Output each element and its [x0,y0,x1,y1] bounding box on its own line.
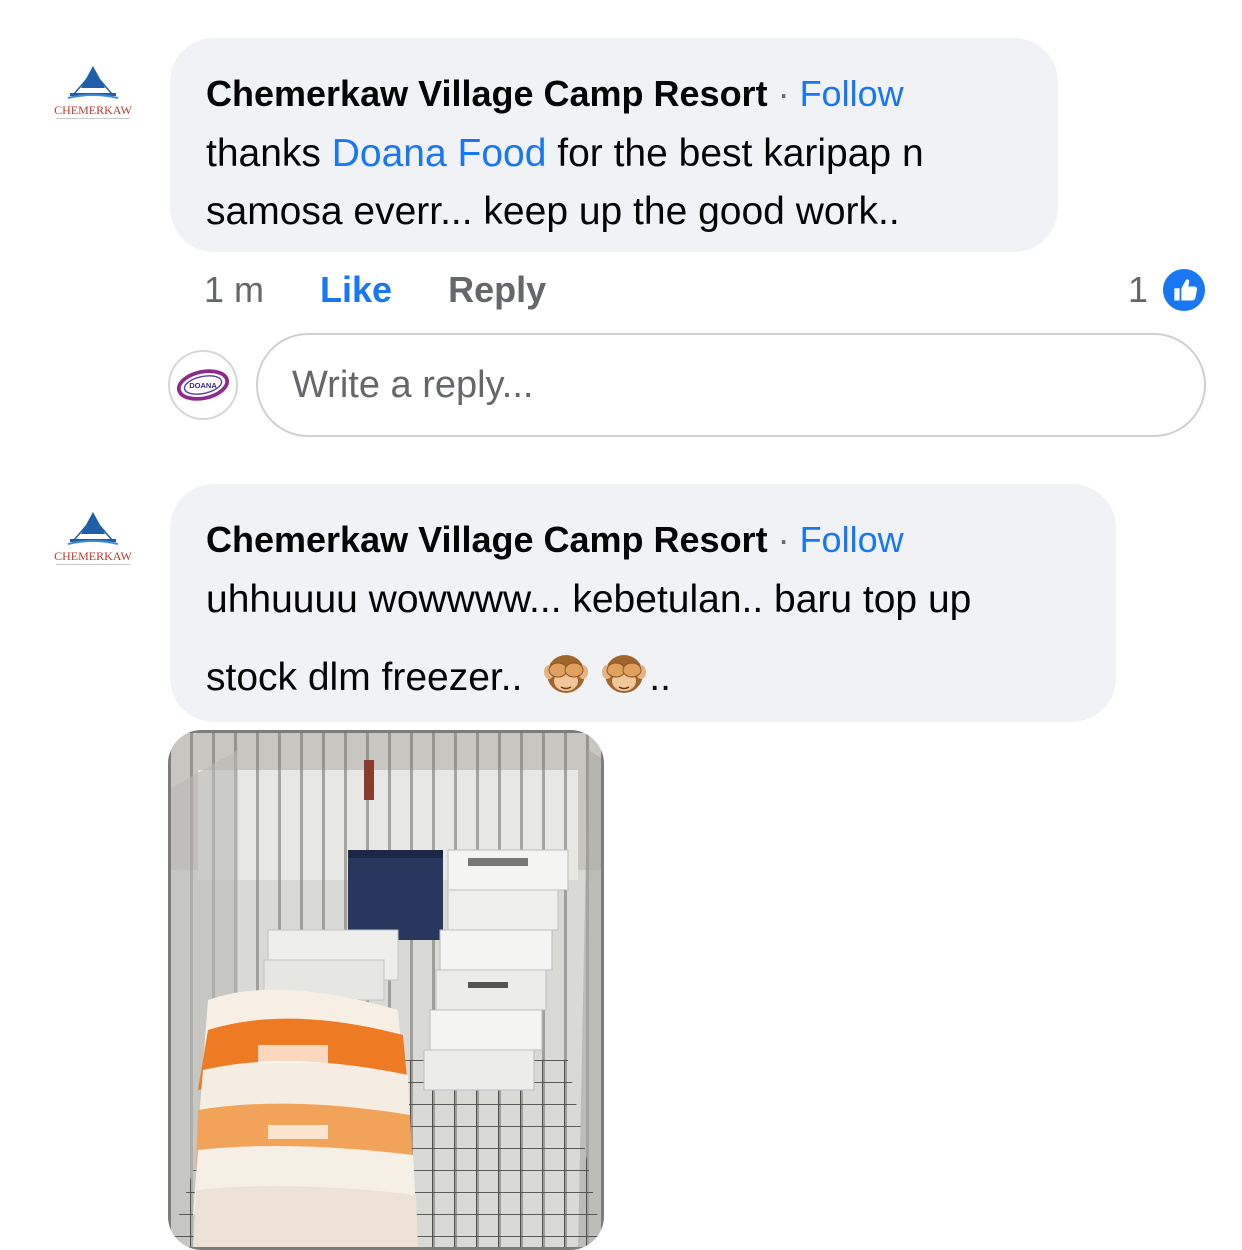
page-logo[interactable]: CHEMERKAW [38,62,148,142]
reaction-count[interactable]: 1 [1128,268,1148,312]
follow-button[interactable]: Follow [800,519,904,560]
avatar[interactable]: DOANA [168,350,238,420]
comment-actions: 1 m Like Reply [204,268,546,312]
comment-text-line: uhhuuuu wowwww... kebetulan.. baru top u… [206,576,971,624]
mention-link[interactable]: Doana Food [332,132,547,175]
svg-text:CHEMERKAW: CHEMERKAW [54,549,132,563]
reply-button[interactable]: Reply [448,269,546,310]
comment-text-line: stock dlm freezer.. .. [206,650,671,702]
comment-text-line: thanks Doana Food for the best karipap n [206,130,924,178]
comment-author[interactable]: Chemerkaw Village Camp Resort [206,519,768,560]
comment-bubble: Chemerkaw Village Camp Resort · Follow tha… [170,38,1058,252]
comment-header: Chemerkaw Village Camp Resort · Follow [206,518,904,562]
separator: · [777,73,790,114]
comment-text: .. [649,656,671,699]
see-no-evil-monkey-icon [599,650,649,698]
svg-text:DOANA: DOANA [189,381,217,390]
comment-text: samosa everr... keep up the good work.. [206,190,900,233]
separator: · [777,519,790,560]
comment-text-line: samosa everr... keep up the good work.. [206,188,900,236]
comment-text: thanks [206,132,332,175]
comment-photo[interactable] [168,730,604,1250]
follow-button[interactable]: Follow [800,73,904,114]
comment-text: stock dlm freezer.. [206,656,523,699]
comment-text: for the best karipap n [546,132,924,175]
see-no-evil-monkey-icon [541,650,591,698]
comment-timestamp[interactable]: 1 m [204,269,264,310]
comment-header: Chemerkaw Village Camp Resort · Follow [206,72,904,116]
comment-author[interactable]: Chemerkaw Village Camp Resort [206,73,768,114]
thumbs-up-icon[interactable] [1160,266,1208,314]
comment-bubble: Chemerkaw Village Camp Resort · Follow uhh… [170,484,1116,722]
like-button[interactable]: Like [320,269,392,310]
page-logo[interactable]: CHEMERKAW [38,508,148,588]
reply-input[interactable] [256,333,1206,437]
svg-text:CHEMERKAW: CHEMERKAW [54,103,132,117]
comment-text: uhhuuuu wowwww... kebetulan.. baru top u… [206,578,972,621]
